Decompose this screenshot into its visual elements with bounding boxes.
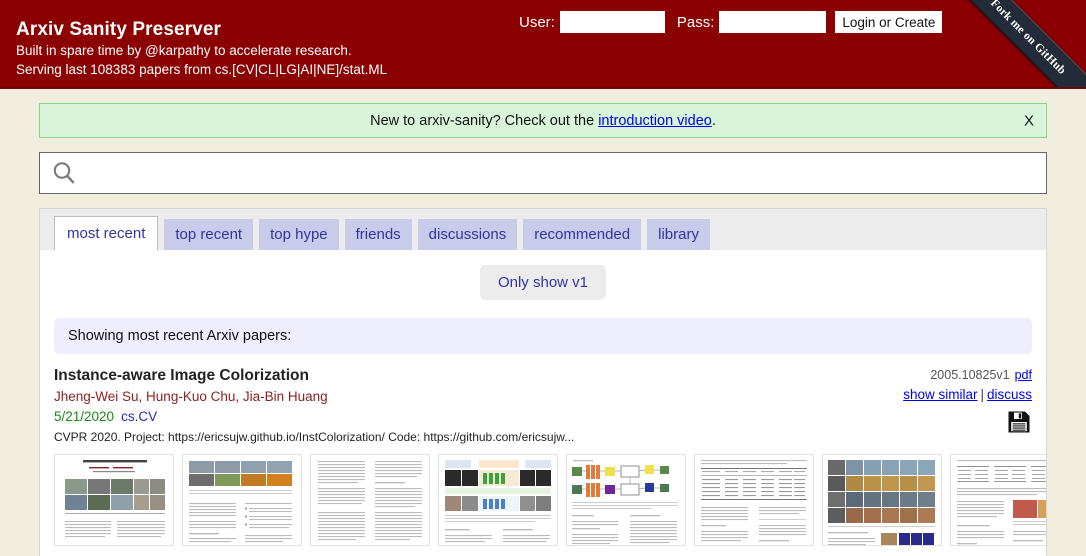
arxiv-id: 2005.10825v1 <box>930 368 1010 382</box>
tab-friends[interactable]: friends <box>344 219 412 250</box>
paper-thumbnail[interactable] <box>950 454 1046 546</box>
pdf-link[interactable]: pdf <box>1015 368 1032 382</box>
search-bar[interactable] <box>39 152 1047 194</box>
intro-video-banner: New to arxiv-sanity? Check out the intro… <box>39 103 1047 138</box>
floppy-disk-save-icon[interactable] <box>1007 410 1031 439</box>
login-form: User: Pass: Login or Create <box>519 11 943 33</box>
site-header: Arxiv Sanity Preserver Built in spare ti… <box>0 0 1086 89</box>
page-wrapper: New to arxiv-sanity? Check out the intro… <box>39 89 1047 556</box>
introduction-video-link[interactable]: introduction video <box>598 113 712 129</box>
discuss-link[interactable]: discuss <box>987 387 1032 402</box>
content-panel: most recent top recent top hype friends … <box>39 208 1047 556</box>
tab-recommended[interactable]: recommended <box>523 219 642 250</box>
paper-date: 5/21/2020 <box>54 409 115 424</box>
only-show-v1-button[interactable]: Only show v1 <box>479 265 607 300</box>
paper-category[interactable]: cs.CV <box>121 409 157 424</box>
pass-label: Pass: <box>676 13 715 31</box>
close-banner-icon[interactable]: X <box>1024 112 1034 129</box>
site-title: Arxiv Sanity Preserver <box>16 19 221 40</box>
fork-me-on-github-ribbon[interactable]: Fork me on GitHub <box>939 0 1086 87</box>
password-input[interactable] <box>719 11 827 33</box>
intro-banner-text: New to arxiv-sanity? Check out the intro… <box>370 113 716 129</box>
github-ribbon-label: Fork me on GitHub <box>988 0 1068 77</box>
paper-thumbnail-strip <box>40 454 1046 556</box>
tagline-line-2: Serving last 108383 papers from cs.[CV|C… <box>16 62 388 77</box>
paper-thumbnail[interactable] <box>310 454 430 546</box>
brand-block: Arxiv Sanity Preserver Built in spare ti… <box>16 19 387 79</box>
paper-thumbnail[interactable] <box>822 454 942 546</box>
tagline-line-1: Built in spare time by @karpathy to acce… <box>16 43 352 58</box>
tab-top-recent[interactable]: top recent <box>164 219 254 250</box>
status-message: Showing most recent Arxiv papers: <box>54 318 1032 354</box>
user-label: User: <box>519 13 555 31</box>
search-icon <box>51 160 77 186</box>
username-input[interactable] <box>559 11 665 33</box>
paper-thumbnail[interactable] <box>438 454 558 546</box>
paper-link-row: show similar | discuss <box>812 385 1032 405</box>
intro-text-after: . <box>711 112 716 129</box>
status-message-text: Showing most recent Arxiv papers: <box>68 328 292 344</box>
tab-library[interactable]: library <box>647 219 710 250</box>
tab-discussions[interactable]: discussions <box>417 219 518 250</box>
paper-thumbnail[interactable] <box>694 454 814 546</box>
search-input[interactable] <box>77 156 1046 190</box>
tab-bar: most recent top recent top hype friends … <box>40 209 1046 251</box>
paper-thumbnail[interactable] <box>54 454 174 546</box>
show-similar-link[interactable]: show similar <box>903 387 977 402</box>
paper-id-row: 2005.10825v1 pdf <box>812 366 1032 384</box>
link-separator: | <box>980 387 984 402</box>
tab-most-recent[interactable]: most recent <box>54 216 159 251</box>
login-or-create-button[interactable]: Login or Create <box>835 11 943 33</box>
paper-actions: 2005.10825v1 pdf show similar | discuss <box>812 366 1032 439</box>
tab-top-hype[interactable]: top hype <box>259 219 339 250</box>
paper-entry: 2005.10825v1 pdf show similar|discuss <box>40 354 1046 446</box>
paper-thumbnail[interactable] <box>566 454 686 546</box>
paper-thumbnail[interactable] <box>182 454 302 546</box>
intro-text-before: New to arxiv-sanity? Check out the <box>370 112 599 129</box>
filter-row: Only show v1 <box>40 251 1046 304</box>
